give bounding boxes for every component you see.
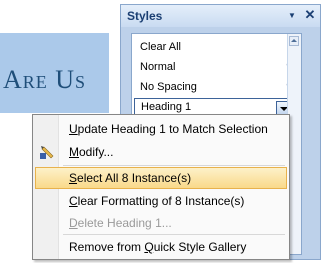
style-item-normal[interactable]: Normal ¶ <box>132 58 301 78</box>
menu-item-label: Update Heading 1 to Match Selection <box>69 122 268 136</box>
menu-item-label: Modify... <box>69 145 114 159</box>
style-item-label: Normal <box>140 61 176 73</box>
pane-header: Styles ▼ ✕ <box>121 5 320 27</box>
style-item-label: Heading 1 <box>141 101 192 113</box>
menu-item-label: Clear Formatting of 8 Instance(s) <box>69 194 245 208</box>
menu-separator <box>63 165 285 166</box>
menu-item-label: Delete Heading 1... <box>69 216 172 230</box>
menu-item-select-all[interactable]: Select All 8 Instance(s) <box>35 167 287 189</box>
menu-separator <box>63 234 285 235</box>
menu-item-modify[interactable]: Modify... <box>35 141 287 163</box>
menu-item-delete-heading[interactable]: Delete Heading 1... <box>35 212 287 234</box>
style-item-label: Clear All <box>140 41 181 53</box>
menu-item-label: Remove from Quick Style Gallery <box>69 240 247 254</box>
style-context-menu: Update Heading 1 to Match Selection Modi… <box>32 114 290 260</box>
menu-item-clear-formatting[interactable]: Clear Formatting of 8 Instance(s) <box>35 190 287 212</box>
close-icon[interactable]: ✕ <box>304 8 316 22</box>
pane-title: Styles <box>127 9 163 23</box>
menu-item-label: Select All 8 Instance(s) <box>69 171 192 185</box>
document-heading-text[interactable]: Are Us <box>3 65 86 95</box>
chevron-down-icon[interactable]: ▼ <box>286 9 298 23</box>
scroll-up-arrow-icon[interactable] <box>289 36 299 46</box>
menu-item-update-heading[interactable]: Update Heading 1 to Match Selection <box>35 118 287 140</box>
menu-item-remove-from-gallery[interactable]: Remove from Quick Style Gallery <box>35 236 287 258</box>
style-item-no-spacing[interactable]: No Spacing ¶ <box>132 78 301 98</box>
modify-style-icon <box>40 146 54 159</box>
style-item-clear-all[interactable]: Clear All <box>132 38 301 58</box>
style-item-label: No Spacing <box>140 81 197 93</box>
